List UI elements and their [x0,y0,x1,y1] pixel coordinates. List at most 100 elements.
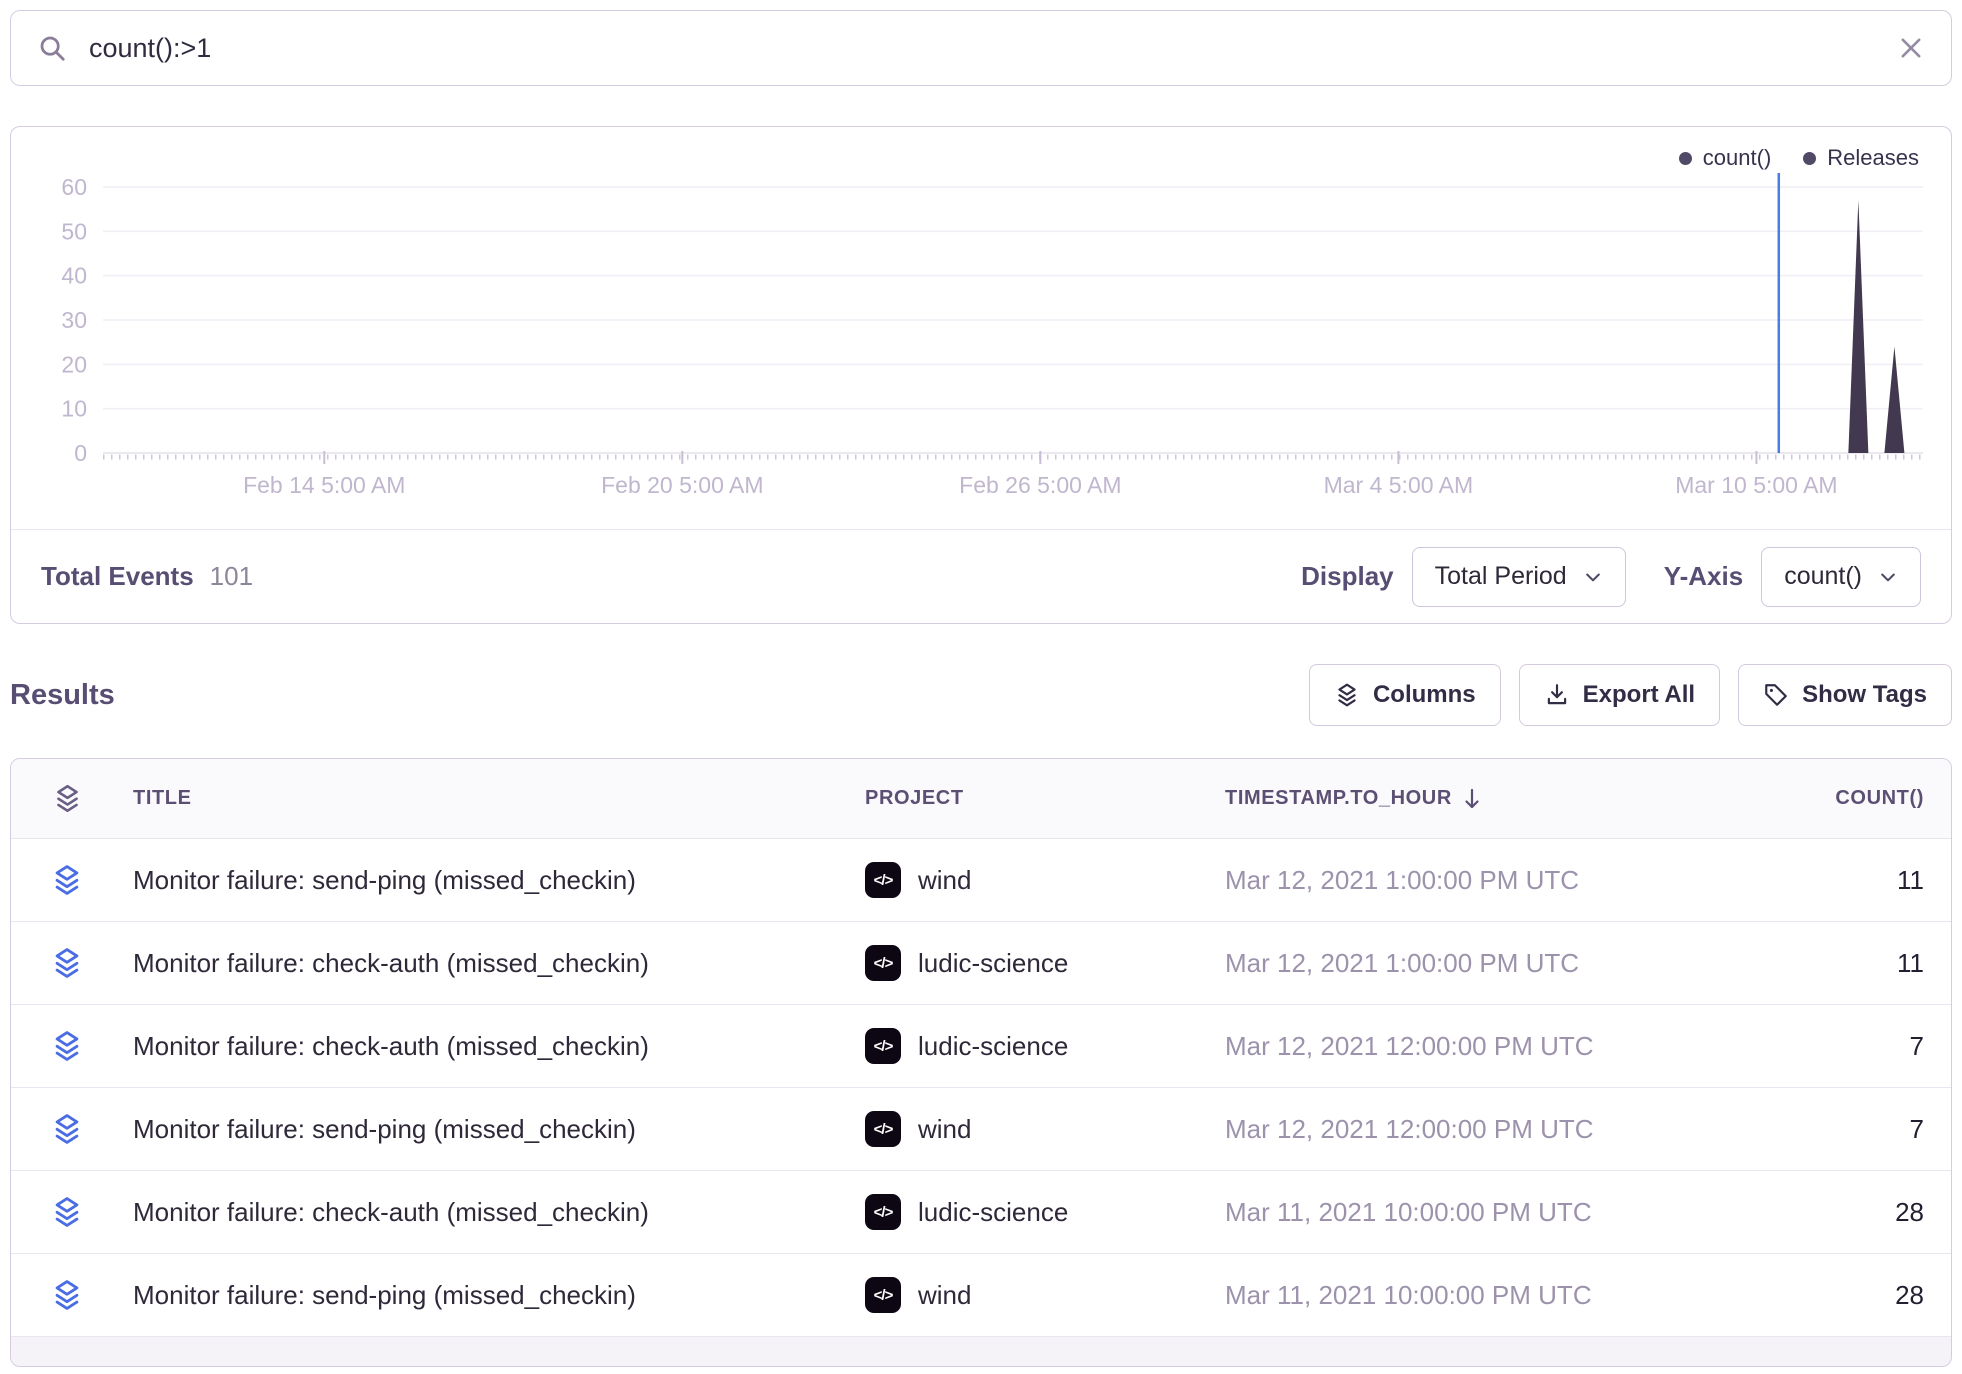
column-header-project[interactable]: PROJECT [853,787,1213,810]
project-name: ludic-science [918,1031,1068,1062]
display-dropdown-value: Total Period [1435,562,1567,591]
project-platform-icon: </> [865,1194,901,1230]
row-timestamp: Mar 12, 2021 12:00:00 PM UTC [1225,1114,1594,1144]
column-header-count[interactable]: COUNT() [1650,787,1950,810]
display-dropdown[interactable]: Total Period [1412,547,1626,607]
tag-icon [1763,682,1789,708]
row-title[interactable]: Monitor failure: send-ping (missed_check… [133,865,636,895]
svg-text:Mar 4 5:00 AM: Mar 4 5:00 AM [1324,472,1474,498]
project-name: wind [918,1280,971,1311]
stack-icon [50,863,84,897]
search-bar [10,10,1952,86]
svg-text:30: 30 [61,307,87,333]
svg-text:10: 10 [61,396,87,422]
project-name: ludic-science [918,948,1068,979]
row-timestamp: Mar 12, 2021 1:00:00 PM UTC [1225,948,1579,978]
row-timestamp: Mar 12, 2021 1:00:00 PM UTC [1225,865,1579,895]
row-count: 7 [1910,1031,1924,1061]
svg-text:Mar 10 5:00 AM: Mar 10 5:00 AM [1675,472,1837,498]
row-title[interactable]: Monitor failure: check-auth (missed_chec… [133,1031,649,1061]
results-header: Results Columns Export All Show Tags [10,662,1952,728]
stack-icon [50,1278,84,1312]
project-platform-icon: </> [865,945,901,981]
project-name: wind [918,1114,971,1145]
stack-icon [52,783,83,814]
project-cell: </> wind [853,862,1213,898]
column-header-timestamp[interactable]: TIMESTAMP.TO_HOUR [1213,787,1650,811]
svg-text:Feb 26 5:00 AM: Feb 26 5:00 AM [959,472,1121,498]
project-platform-icon: </> [865,1277,901,1313]
row-count: 28 [1895,1197,1924,1227]
sort-descending-icon [1461,787,1483,811]
row-count: 7 [1910,1114,1924,1144]
row-title[interactable]: Monitor failure: check-auth (missed_chec… [133,948,649,978]
results-table: TITLE PROJECT TIMESTAMP.TO_HOUR COUNT() … [10,758,1952,1367]
svg-text:Feb 20 5:00 AM: Feb 20 5:00 AM [601,472,763,498]
project-platform-icon: </> [865,1028,901,1064]
search-input[interactable] [87,32,1877,65]
table-row: Monitor failure: check-auth (missed_chec… [11,1171,1951,1254]
stack-icon [50,1029,84,1063]
stack-icon [50,1112,84,1146]
project-cell: </> wind [853,1111,1213,1147]
results-actions: Columns Export All Show Tags [1309,664,1952,726]
stack-icon [50,1195,84,1229]
column-header-title[interactable]: TITLE [123,787,853,810]
events-chart-svg[interactable]: 0102030405060Feb 14 5:00 AMFeb 20 5:00 A… [11,157,1950,531]
table-row: Monitor failure: check-auth (missed_chec… [11,922,1951,1005]
open-group-icon[interactable] [50,863,84,897]
layers-icon [1334,682,1360,708]
results-table-body: Monitor failure: send-ping (missed_check… [11,839,1951,1337]
total-events-value: 101 [210,561,253,592]
yaxis-label: Y-Axis [1664,561,1744,592]
svg-text:40: 40 [61,263,87,289]
row-timestamp: Mar 11, 2021 10:00:00 PM UTC [1225,1197,1592,1227]
yaxis-dropdown[interactable]: count() [1761,547,1921,607]
table-footer [11,1337,1951,1366]
clear-search-icon[interactable] [1897,34,1925,62]
project-cell: </> ludic-science [853,1194,1213,1230]
download-icon [1544,682,1570,708]
project-platform-icon: </> [865,862,901,898]
row-title[interactable]: Monitor failure: send-ping (missed_check… [133,1114,636,1144]
svg-text:20: 20 [61,351,87,377]
yaxis-control: Y-Axis count() [1664,547,1921,607]
events-chart-card: count()Releases 0102030405060Feb 14 5:00… [10,126,1952,624]
display-control: Display Total Period [1301,547,1626,607]
open-group-icon[interactable] [50,1112,84,1146]
row-count: 11 [1897,948,1924,978]
export-all-button-label: Export All [1583,681,1695,709]
table-row: Monitor failure: send-ping (missed_check… [11,1088,1951,1171]
svg-text:0: 0 [74,440,87,466]
project-cell: </> ludic-science [853,1028,1213,1064]
columns-button[interactable]: Columns [1309,664,1501,726]
open-group-icon[interactable] [50,1029,84,1063]
chevron-down-icon [1583,567,1603,587]
row-title[interactable]: Monitor failure: send-ping (missed_check… [133,1280,636,1310]
chart-controls: Display Total Period Y-Axis count() [1301,547,1921,607]
chart-footer: Total Events 101 Display Total Period Y-… [11,529,1951,623]
export-all-button[interactable]: Export All [1519,664,1720,726]
show-tags-button[interactable]: Show Tags [1738,664,1952,726]
row-timestamp: Mar 12, 2021 12:00:00 PM UTC [1225,1031,1594,1061]
search-icon [37,33,67,63]
open-group-icon[interactable] [50,946,84,980]
project-cell: </> ludic-science [853,945,1213,981]
svg-text:50: 50 [61,218,87,244]
svg-text:Feb 14 5:00 AM: Feb 14 5:00 AM [243,472,405,498]
row-count: 28 [1895,1280,1924,1310]
table-row: Monitor failure: send-ping (missed_check… [11,839,1951,922]
header-icon-cell [11,783,123,814]
open-group-icon[interactable] [50,1195,84,1229]
table-row: Monitor failure: check-auth (missed_chec… [11,1005,1951,1088]
show-tags-button-label: Show Tags [1802,681,1927,709]
project-cell: </> wind [853,1277,1213,1313]
yaxis-dropdown-value: count() [1784,562,1862,591]
row-title[interactable]: Monitor failure: check-auth (missed_chec… [133,1197,649,1227]
project-name: ludic-science [918,1197,1068,1228]
project-name: wind [918,865,971,896]
open-group-icon[interactable] [50,1278,84,1312]
project-platform-icon: </> [865,1111,901,1147]
chevron-down-icon [1878,567,1898,587]
total-events-label: Total Events [41,561,194,592]
